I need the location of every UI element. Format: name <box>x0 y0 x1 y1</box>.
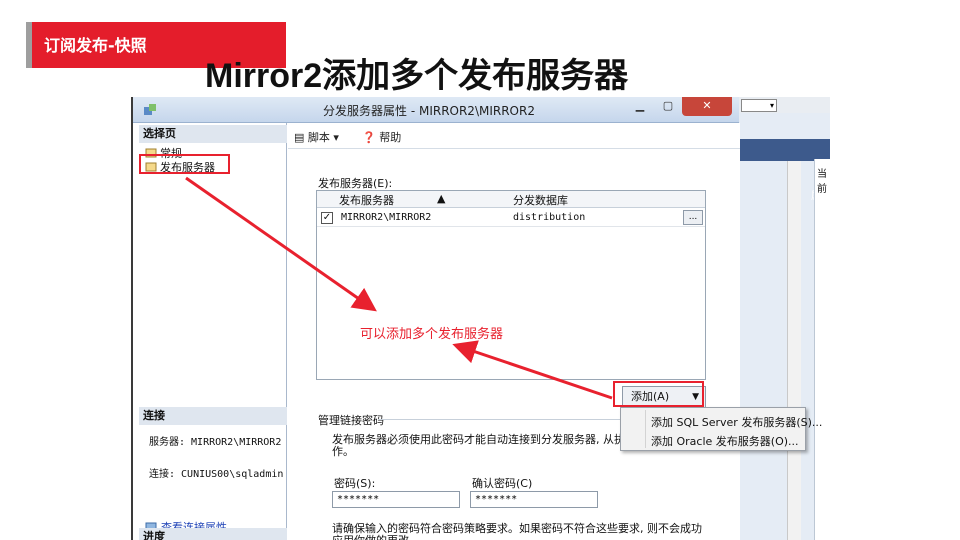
arrow-to-note <box>185 176 377 312</box>
slide: 订阅发布-快照 Mirror2添加多个发布服务器 ▾ 属性 当前 分发服务器属性… <box>0 0 960 540</box>
arrow-from-add-button <box>452 340 613 400</box>
annotation-arrows <box>185 176 613 400</box>
